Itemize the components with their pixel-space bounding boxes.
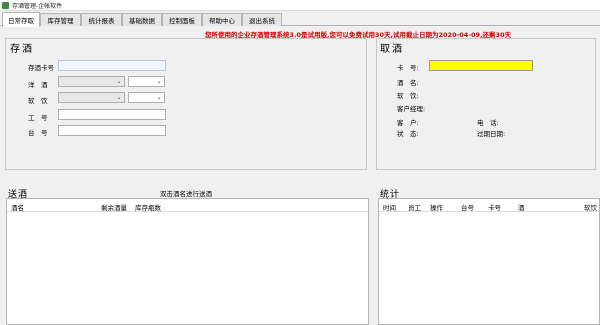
stats-col-soft[interactable]: 软饮 bbox=[584, 202, 597, 212]
tab-strip: 日常存取 库存管理 统计报表 基础数据 控制面板 帮助中心 退出系统 bbox=[0, 11, 600, 27]
tab-control-panel[interactable]: 控制面板 bbox=[162, 13, 202, 26]
withdraw-customer-label: 客 户: bbox=[397, 119, 419, 127]
deposit-liquor-qty-select[interactable]: ⌄ bbox=[128, 76, 165, 87]
tab-basic-data[interactable]: 基础数据 bbox=[122, 13, 162, 26]
send-col-bottles[interactable]: 库存瓶数 bbox=[135, 202, 161, 212]
deposit-table-label: 台 号 bbox=[28, 129, 48, 137]
stats-col-time[interactable]: 时间 bbox=[383, 202, 396, 212]
deposit-staff-input[interactable] bbox=[58, 109, 166, 120]
send-grid-header: 酒名 剩余酒量 库存瓶数 bbox=[7, 199, 368, 212]
deposit-card-label: 存酒卡号 bbox=[28, 64, 54, 72]
tab-help[interactable]: 帮助中心 bbox=[202, 13, 242, 26]
withdraw-card-label: 卡 号: bbox=[397, 64, 419, 72]
send-hint: 双击酒名进行送酒 bbox=[160, 190, 212, 198]
stats-grid-header: 时间 员工 操作 台号 卡号 酒 软饮 bbox=[379, 199, 599, 212]
deposit-soft-label: 软 饮 bbox=[28, 97, 48, 105]
withdraw-manager-label: 客户经理: bbox=[397, 105, 426, 113]
tab-daily-access[interactable]: 日常存取 bbox=[2, 12, 40, 27]
tab-reports[interactable]: 统计报表 bbox=[81, 13, 122, 26]
withdraw-card-input[interactable] bbox=[429, 60, 533, 71]
deposit-card-input[interactable] bbox=[58, 60, 166, 71]
send-col-liquor[interactable]: 酒名 bbox=[11, 202, 24, 212]
app-icon bbox=[2, 1, 9, 9]
stats-col-staff[interactable]: 员工 bbox=[408, 202, 421, 212]
deposit-soft-qty-select[interactable]: ⌄ bbox=[128, 92, 165, 103]
tab-inventory[interactable]: 库存管理 bbox=[40, 13, 81, 26]
window-title: 存酒管理-企帐软件 bbox=[12, 2, 63, 10]
stats-col-table[interactable]: 台号 bbox=[461, 202, 474, 212]
chevron-down-icon: ⌄ bbox=[116, 94, 122, 101]
withdraw-panel: 取酒 卡 号: 酒 名: 软 饮: 客户经理: 客 户: 电 话: 状 态: 过… bbox=[376, 38, 596, 170]
stats-col-action[interactable]: 操作 bbox=[430, 202, 443, 212]
stats-grid[interactable]: 时间 员工 操作 台号 卡号 酒 软饮 bbox=[378, 198, 600, 325]
withdraw-status-label: 状 态: bbox=[397, 130, 419, 138]
withdraw-phone-label: 电 话: bbox=[477, 119, 499, 127]
tab-exit[interactable]: 退出系统 bbox=[242, 13, 282, 26]
deposit-panel: 存酒 存酒卡号 洋 酒 ⌄ ⌄ 软 饮 ⌄ ⌄ 工 号 台 号 bbox=[5, 38, 367, 170]
title-bar: 存酒管理-企帐软件 bbox=[0, 0, 600, 11]
stats-col-liquor[interactable]: 酒 bbox=[518, 202, 525, 212]
deposit-staff-label: 工 号 bbox=[28, 114, 48, 122]
deposit-title: 存酒 bbox=[10, 44, 34, 55]
deposit-soft-select[interactable]: ⌄ bbox=[58, 92, 125, 103]
withdraw-liquor-label: 酒 名: bbox=[397, 79, 419, 87]
deposit-liquor-label: 洋 酒 bbox=[28, 81, 48, 89]
chevron-down-icon: ⌄ bbox=[156, 94, 162, 101]
withdraw-expiry-label: 过期日期: bbox=[477, 130, 506, 138]
send-grid[interactable]: 酒名 剩余酒量 库存瓶数 bbox=[6, 198, 369, 325]
chevron-down-icon: ⌄ bbox=[116, 78, 122, 85]
deposit-liquor-select[interactable]: ⌄ bbox=[58, 76, 125, 87]
chevron-down-icon: ⌄ bbox=[156, 78, 162, 85]
withdraw-soft-label: 软 饮: bbox=[397, 92, 419, 100]
send-col-remaining[interactable]: 剩余酒量 bbox=[101, 202, 127, 212]
stats-col-card[interactable]: 卡号 bbox=[488, 202, 501, 212]
deposit-table-input[interactable] bbox=[58, 125, 166, 136]
withdraw-title: 取酒 bbox=[380, 44, 404, 55]
